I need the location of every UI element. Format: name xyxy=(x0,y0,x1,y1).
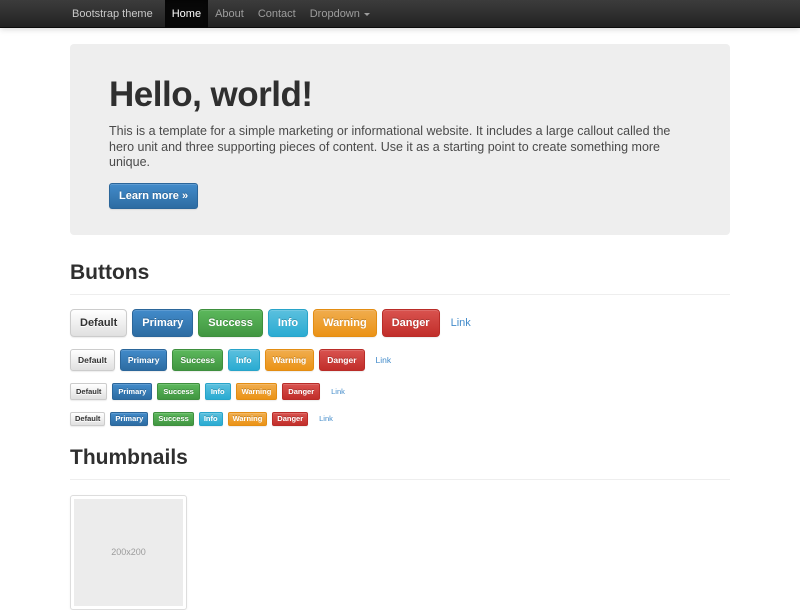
primary-button-extra-small[interactable]: Primary xyxy=(110,412,148,426)
learn-more-button[interactable]: Learn more » xyxy=(109,183,198,209)
thumbnail-placeholder-label: 200x200 xyxy=(111,547,146,557)
warning-button-extra-small[interactable]: Warning xyxy=(228,412,268,426)
buttons-section-heading: Buttons xyxy=(70,261,730,295)
danger-button-extra-small[interactable]: Danger xyxy=(272,412,308,426)
hero-description: This is a template for a simple marketin… xyxy=(109,124,691,171)
success-button-extra-small[interactable]: Success xyxy=(153,412,193,426)
link-button-large[interactable]: Link xyxy=(451,317,471,329)
info-button-large[interactable]: Info xyxy=(268,309,308,337)
hero-unit: Hello, world! This is a template for a s… xyxy=(70,44,730,235)
nav-item-about[interactable]: About xyxy=(208,0,251,28)
nav-item-dropdown[interactable]: Dropdown xyxy=(303,0,377,28)
primary-button-small[interactable]: Primary xyxy=(112,383,152,400)
hero-title: Hello, world! xyxy=(109,76,691,113)
danger-button-large[interactable]: Danger xyxy=(382,309,440,337)
navbar-nav: Home About Contact Dropdown xyxy=(165,0,377,28)
info-button-extra-small[interactable]: Info xyxy=(199,412,223,426)
default-button-extra-small[interactable]: Default xyxy=(70,412,105,426)
nav-item-dropdown-label: Dropdown xyxy=(310,0,360,28)
caret-down-icon xyxy=(364,13,370,16)
warning-button-small[interactable]: Warning xyxy=(236,383,278,400)
default-button-large[interactable]: Default xyxy=(70,309,127,337)
link-button-small[interactable]: Link xyxy=(331,387,345,396)
button-row-default: DefaultPrimarySuccessInfoWarningDanger Li… xyxy=(70,349,730,371)
default-button-default[interactable]: Default xyxy=(70,349,115,371)
navbar: Bootstrap theme Home About Contact Dropd… xyxy=(0,0,800,28)
navbar-brand[interactable]: Bootstrap theme xyxy=(70,0,155,28)
success-button-small[interactable]: Success xyxy=(157,383,199,400)
primary-button-default[interactable]: Primary xyxy=(120,349,168,371)
button-row-small: Default Primary Success Info WarningDanger Li… xyxy=(70,383,730,400)
info-button-small[interactable]: Info xyxy=(205,383,231,400)
success-button-large[interactable]: Success xyxy=(198,309,263,337)
danger-button-small[interactable]: Danger xyxy=(282,383,320,400)
danger-button-default[interactable]: Danger xyxy=(319,349,364,371)
button-row-large: DefaultPrimarySuccessInfoWarningDanger Li… xyxy=(70,309,730,337)
link-button-extra-small[interactable]: Link xyxy=(319,414,333,423)
nav-item-contact[interactable]: Contact xyxy=(251,0,303,28)
warning-button-large[interactable]: Warning xyxy=(313,309,377,337)
primary-button-large[interactable]: Primary xyxy=(132,309,193,337)
success-button-default[interactable]: Success xyxy=(172,349,223,371)
link-button-default[interactable]: Link xyxy=(376,355,392,365)
default-button-small[interactable]: Default xyxy=(70,383,107,400)
info-button-default[interactable]: Info xyxy=(228,349,260,371)
warning-button-default[interactable]: Warning xyxy=(265,349,315,371)
thumbnail-placeholder-image: 200x200 xyxy=(74,499,183,606)
thumbnail-link[interactable]: 200x200 xyxy=(70,495,187,610)
nav-item-home[interactable]: Home xyxy=(165,0,208,28)
button-rows: DefaultPrimarySuccessInfoWarningDangerLi… xyxy=(70,309,730,426)
thumbnails-section-heading: Thumbnails xyxy=(70,446,730,480)
button-row-extra-small: Default Primary Success Info Warning Danger Li… xyxy=(70,412,730,426)
